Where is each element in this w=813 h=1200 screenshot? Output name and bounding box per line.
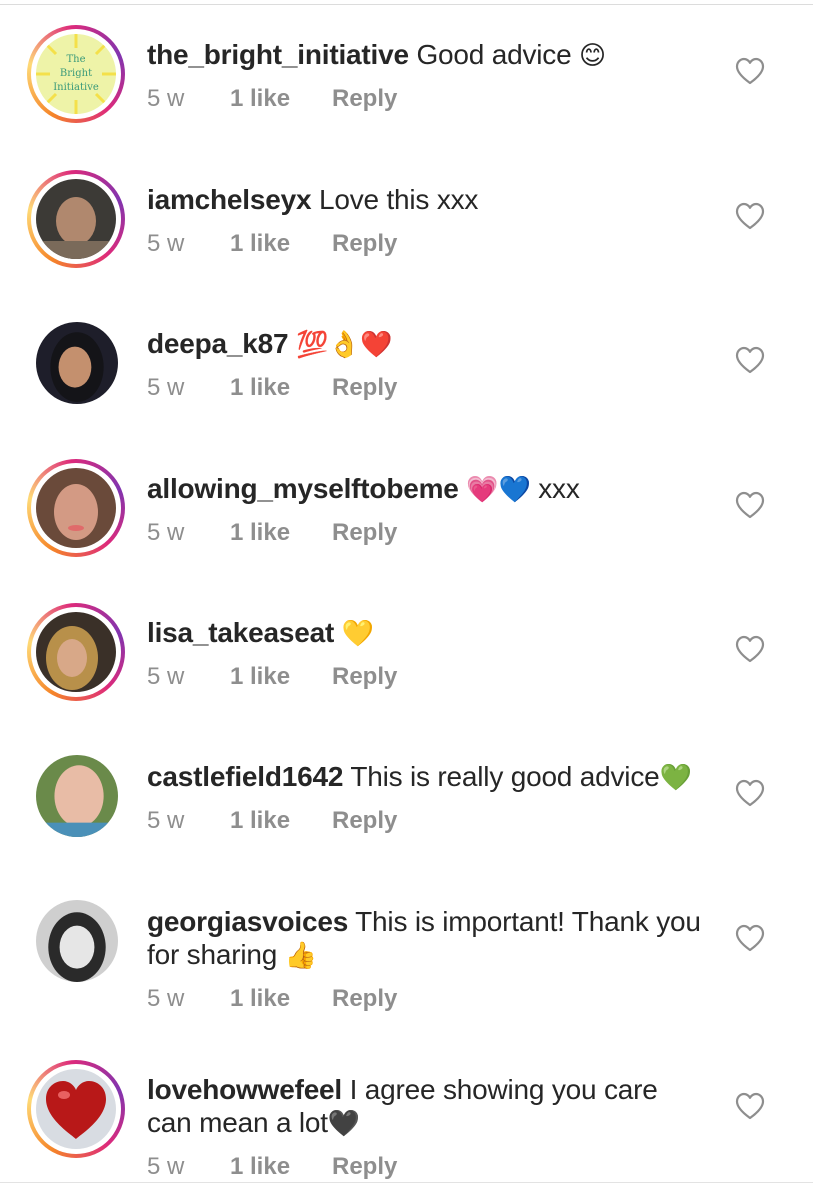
comment-body: This is really good advice xyxy=(350,761,660,792)
comment-body: Love this xxx xyxy=(318,184,479,215)
comment-text: deepa_k87 💯👌❤️ xyxy=(147,327,707,362)
avatar[interactable] xyxy=(36,900,118,982)
like-count[interactable]: 1 like xyxy=(230,1150,290,1184)
avatar[interactable]: The Bright Initiative xyxy=(27,25,125,123)
comment-meta: 5 w 1 like Reply xyxy=(147,660,707,694)
emoji: 👍 xyxy=(284,941,317,971)
like-heart-icon[interactable] xyxy=(735,1092,765,1120)
timestamp: 5 w xyxy=(147,985,185,1012)
emoji: 💚 xyxy=(659,763,692,793)
like-heart-icon[interactable] xyxy=(735,779,765,807)
user-photo-icon xyxy=(36,900,118,982)
emoji: 💛 xyxy=(341,619,374,649)
username[interactable]: deepa_k87 xyxy=(147,328,289,359)
like-count[interactable]: 1 like xyxy=(230,982,290,1016)
reply-button[interactable]: Reply xyxy=(332,516,397,550)
timestamp: 5 w xyxy=(147,663,185,690)
reply-button[interactable]: Reply xyxy=(332,371,397,405)
like-heart-icon[interactable] xyxy=(735,924,765,952)
comment-body: xxx xyxy=(538,473,580,504)
comment-meta: 5 w 1 like Reply xyxy=(147,371,707,405)
comment-meta: 5 w 1 like Reply xyxy=(147,1150,707,1184)
avatar[interactable] xyxy=(36,755,118,837)
timestamp: 5 w xyxy=(147,230,185,257)
timestamp: 5 w xyxy=(147,85,185,112)
comment-body: Good advice xyxy=(416,39,572,70)
reply-button[interactable]: Reply xyxy=(332,82,397,116)
username[interactable]: lisa_takeaseat xyxy=(147,617,334,648)
like-heart-icon[interactable] xyxy=(735,346,765,374)
reply-button[interactable]: Reply xyxy=(332,982,397,1016)
user-photo-icon xyxy=(36,612,116,692)
comment-text: allowing_myselftobeme 💗💙 xxx xyxy=(147,472,707,507)
comment-text: lovehowwefeel I agree showing you care c… xyxy=(147,1073,707,1141)
username[interactable]: allowing_myselftobeme xyxy=(147,473,459,504)
avatar[interactable] xyxy=(27,1060,125,1158)
like-count[interactable]: 1 like xyxy=(230,82,290,116)
logo-text: The xyxy=(66,54,85,65)
emoji: 🖤 xyxy=(327,1109,361,1139)
username[interactable]: castlefield1642 xyxy=(147,761,343,792)
avatar[interactable] xyxy=(36,322,118,404)
comment-meta: 5 w 1 like Reply xyxy=(147,227,707,261)
top-divider xyxy=(0,0,813,5)
like-heart-icon[interactable] xyxy=(735,57,765,85)
reply-button[interactable]: Reply xyxy=(332,227,397,261)
username[interactable]: georgiasvoices xyxy=(147,906,348,937)
comment-text: georgiasvoices This is important! Thank … xyxy=(147,905,707,973)
heart-photo-icon xyxy=(36,1069,116,1149)
like-count[interactable]: 1 like xyxy=(230,660,290,694)
timestamp: 5 w xyxy=(147,519,185,546)
emoji: 💯👌❤️ xyxy=(296,330,393,360)
bottom-divider xyxy=(0,1182,813,1183)
reply-button[interactable]: Reply xyxy=(332,1150,397,1184)
bright-initiative-logo-icon: The Bright Initiative xyxy=(36,34,116,114)
user-photo-icon xyxy=(36,179,116,259)
comment-meta: 5 w 1 like Reply xyxy=(147,516,707,550)
timestamp: 5 w xyxy=(147,807,185,834)
user-photo-icon xyxy=(36,468,116,548)
like-count[interactable]: 1 like xyxy=(230,227,290,261)
username[interactable]: the_bright_initiative xyxy=(147,39,409,70)
comment-meta: 5 w 1 like Reply xyxy=(147,82,707,116)
like-count[interactable]: 1 like xyxy=(230,516,290,550)
like-count[interactable]: 1 like xyxy=(230,804,290,838)
reply-button[interactable]: Reply xyxy=(332,660,397,694)
timestamp: 5 w xyxy=(147,374,185,401)
user-photo-icon xyxy=(36,322,118,404)
like-heart-icon[interactable] xyxy=(735,491,765,519)
comment-text: lisa_takeaseat 💛 xyxy=(147,616,707,651)
username[interactable]: iamchelseyx xyxy=(147,184,312,215)
logo-text: Bright xyxy=(60,68,92,79)
comment-text: the_bright_initiative Good advice 😊 xyxy=(147,38,707,73)
avatar[interactable] xyxy=(27,459,125,557)
logo-text: Initiative xyxy=(53,82,99,93)
like-count[interactable]: 1 like xyxy=(230,371,290,405)
comment-text: castlefield1642 This is really good advi… xyxy=(147,760,707,795)
username[interactable]: lovehowwefeel xyxy=(147,1074,342,1105)
avatar[interactable] xyxy=(27,170,125,268)
like-heart-icon[interactable] xyxy=(735,202,765,230)
like-heart-icon[interactable] xyxy=(735,635,765,663)
avatar[interactable] xyxy=(27,603,125,701)
comment-text: iamchelseyx Love this xxx xyxy=(147,183,707,218)
emoji: 💗💙 xyxy=(466,475,531,505)
comment-meta: 5 w 1 like Reply xyxy=(147,982,707,1016)
comment-meta: 5 w 1 like Reply xyxy=(147,804,707,838)
user-photo-icon xyxy=(36,755,118,837)
timestamp: 5 w xyxy=(147,1153,185,1180)
emoji: 😊 xyxy=(579,41,606,71)
reply-button[interactable]: Reply xyxy=(332,804,397,838)
